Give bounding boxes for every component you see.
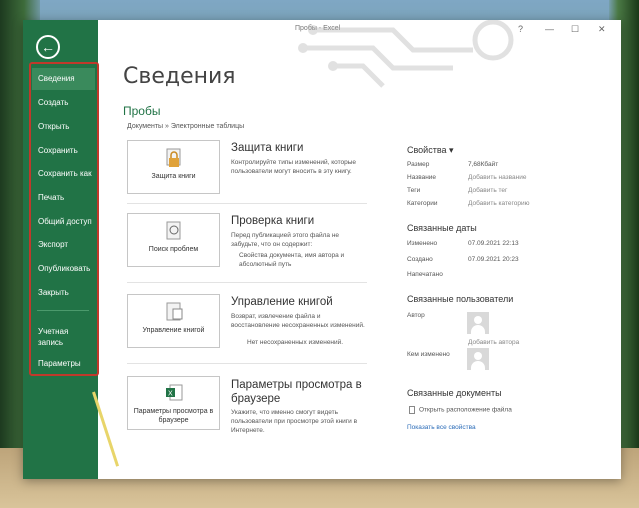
- modified-by-label: Кем изменено: [407, 351, 450, 358]
- sidebar-item-print[interactable]: Печать: [32, 187, 95, 209]
- sidebar-item-publish[interactable]: Опубликовать: [32, 258, 95, 280]
- add-category-field[interactable]: Добавить категорию: [468, 200, 529, 207]
- manage-workbook-button[interactable]: Управление книгой: [127, 294, 220, 348]
- property-label: Размер: [407, 161, 430, 168]
- date-created: 07.09.2021 20:23: [468, 256, 519, 263]
- inspect-bullet: Свойства документа, имя автора и абсолют…: [239, 252, 345, 268]
- inspect-document-icon: [166, 221, 180, 240]
- author-label: Автор: [407, 312, 425, 319]
- browser-view-options-button[interactable]: X Параметры просмотра в браузере: [127, 376, 220, 430]
- protect-workbook-button[interactable]: Защита книги: [127, 140, 220, 194]
- browser-view-desc: Укажите, что именно смогут видеть пользо…: [231, 409, 358, 434]
- modified-by-avatar: [467, 348, 489, 370]
- section-divider: [127, 203, 367, 204]
- section-divider: [127, 282, 367, 283]
- sidebar-item-save[interactable]: Сохранить: [32, 140, 95, 162]
- excel-browser-icon: X: [165, 384, 182, 401]
- manage-workbook-icon: [166, 302, 182, 321]
- date-label: Напечатано: [407, 271, 443, 278]
- close-button[interactable]: ✕: [598, 24, 606, 35]
- check-issues-button[interactable]: Поиск проблем: [127, 213, 220, 267]
- property-label: Категории: [407, 200, 438, 207]
- protect-workbook-label: Защита книги: [151, 173, 196, 180]
- page-title: Сведения: [123, 64, 236, 89]
- property-value-size: 7,68Кбайт: [468, 161, 499, 168]
- sidebar-item-save-as[interactable]: Сохранить как: [32, 163, 95, 185]
- sidebar-item-share[interactable]: Общий доступ: [32, 211, 95, 233]
- property-label: Название: [407, 174, 437, 181]
- back-arrow-icon[interactable]: ←: [36, 35, 60, 59]
- sidebar-item-info[interactable]: Сведения: [32, 68, 95, 90]
- browser-view-options-label: Параметры просмотра в браузере: [133, 408, 214, 424]
- minimize-button[interactable]: —: [545, 24, 554, 34]
- document-icon: [409, 406, 415, 414]
- sidebar-item-options[interactable]: Параметры: [32, 353, 95, 375]
- browser-view-title: Параметры просмотра в браузере: [231, 379, 362, 405]
- circuit-decoration: [298, 20, 514, 88]
- related-documents-title: Связанные документы: [407, 388, 502, 398]
- protect-workbook-title: Защита книги: [231, 142, 304, 154]
- excel-window: Пробы - Excel ? — ☐ ✕ ← Сведения Создать…: [23, 20, 621, 479]
- open-location-link[interactable]: Открыть расположение файла: [409, 406, 512, 414]
- sidebar-item-close[interactable]: Закрыть: [32, 282, 95, 304]
- date-label: Создано: [407, 256, 433, 263]
- lock-icon: [166, 148, 180, 167]
- sidebar-item-new[interactable]: Создать: [32, 92, 95, 114]
- related-people-title: Связанные пользователи: [407, 294, 514, 304]
- manage-bullet: Нет несохраненных изменений.: [247, 339, 344, 346]
- properties-title-text: Свойства: [407, 145, 447, 155]
- show-all-properties-link[interactable]: Показать все свойства: [407, 424, 476, 431]
- property-label: Теги: [407, 187, 421, 194]
- document-path[interactable]: Документы » Электронные таблицы: [127, 123, 244, 130]
- protect-workbook-desc: Контролируйте типы изменений, которые по…: [231, 159, 357, 175]
- restore-button[interactable]: ☐: [571, 24, 579, 35]
- add-tag-field[interactable]: Добавить тег: [468, 187, 507, 194]
- related-dates-title: Связанные даты: [407, 223, 477, 233]
- sidebar-item-account[interactable]: Учетная запись: [32, 326, 80, 350]
- date-label: Изменено: [407, 240, 438, 247]
- add-author-link[interactable]: Добавить автора: [468, 339, 519, 346]
- open-location-label: Открыть расположение файла: [419, 406, 512, 414]
- manage-workbook-title: Управление книгой: [231, 296, 333, 308]
- check-issues-label: Поиск проблем: [148, 246, 199, 253]
- manage-workbook-label: Управление книгой: [142, 327, 205, 334]
- document-name: Пробы: [123, 104, 161, 118]
- properties-title[interactable]: Свойства ▾: [407, 145, 454, 156]
- author-avatar: [467, 312, 489, 334]
- add-title-field[interactable]: Добавить название: [468, 174, 526, 181]
- inspect-workbook-desc: Перед публикацией этого файла не забудьт…: [231, 232, 340, 248]
- sidebar-divider: [37, 310, 89, 311]
- inspect-workbook-title: Проверка книги: [231, 215, 315, 227]
- sidebar-item-export[interactable]: Экспорт: [32, 234, 95, 256]
- date-modified: 07.09.2021 22:13: [468, 240, 519, 247]
- manage-workbook-desc: Возврат, извлечение файла и восстановлен…: [231, 313, 365, 329]
- section-divider: [127, 363, 367, 364]
- sidebar-item-open[interactable]: Открыть: [32, 116, 95, 138]
- svg-text:X: X: [168, 391, 173, 398]
